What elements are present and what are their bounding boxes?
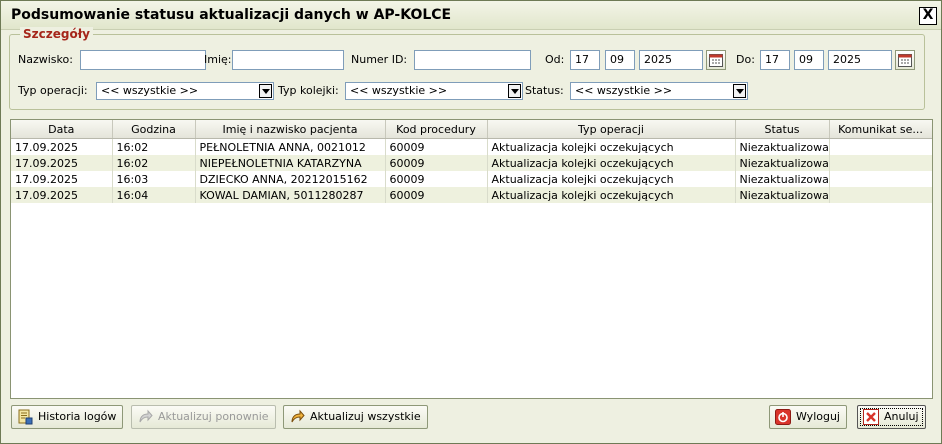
cell-kod: 60009 <box>385 171 488 187</box>
cell-typ-operacji: Aktualizacja kolejki oczekujących <box>487 171 736 187</box>
cell-typ-operacji: Aktualizacja kolejki oczekujących <box>487 155 736 171</box>
close-button[interactable]: X <box>919 7 937 25</box>
cell-komunikat <box>829 138 932 155</box>
od-month-input[interactable]: 09 <box>605 50 635 70</box>
typ-kolejki-select[interactable]: << wszystkie >> <box>345 82 523 100</box>
retry-update-label: Aktualizuj ponownie <box>158 410 269 423</box>
imie-label: Imię: <box>204 53 232 66</box>
cell-godzina: 16:02 <box>112 138 196 155</box>
od-calendar-icon[interactable] <box>706 50 726 70</box>
title-bar[interactable]: Podsumowanie statusu aktualizacji danych… <box>1 1 941 30</box>
table-row[interactable]: 17.09.2025 16:02 PEŁNOLETNIA ANNA, 00210… <box>11 138 932 155</box>
do-month-input[interactable]: 09 <box>794 50 824 70</box>
numer-id-input[interactable] <box>414 50 531 70</box>
cell-status: Niezaktualizowa <box>735 187 830 203</box>
typ-kolejki-label: Typ kolejki: <box>278 84 339 97</box>
typ-operacji-value: << wszystkie >> <box>101 84 199 97</box>
cell-godzina: 16:04 <box>112 187 196 203</box>
cell-godzina: 16:02 <box>112 155 196 171</box>
history-logs-button[interactable]: Historia logów <box>11 405 124 429</box>
cell-data: 17.09.2025 <box>11 171 113 187</box>
retry-update-button[interactable]: Aktualizuj ponownie <box>131 405 276 429</box>
od-day-input[interactable]: 17 <box>570 50 600 70</box>
log-history-icon <box>17 409 33 425</box>
imie-input[interactable] <box>232 50 344 70</box>
cell-komunikat <box>829 155 932 171</box>
cell-data: 17.09.2025 <box>11 155 113 171</box>
typ-operacji-select[interactable]: << wszystkie >> <box>96 82 274 100</box>
cell-pacjent: KOWAL DAMIAN, 5011280287 <box>195 187 386 203</box>
table-row[interactable]: 17.09.2025 16:03 DZIECKO ANNA, 202120151… <box>11 171 932 187</box>
do-year-input[interactable]: 2025 <box>828 50 892 70</box>
column-header-status[interactable]: Status <box>735 120 830 139</box>
status-value: << wszystkie >> <box>575 84 673 97</box>
cell-status: Niezaktualizowa <box>735 138 830 155</box>
column-header-pacjent[interactable]: Imię i nazwisko pacjenta <box>195 120 386 139</box>
table-row[interactable]: 17.09.2025 16:02 NIEPEŁNOLETNIA KATARZYN… <box>11 155 932 171</box>
chevron-down-icon[interactable] <box>733 84 746 98</box>
typ-operacji-label: Typ operacji: <box>18 84 88 97</box>
table-row[interactable]: 17.09.2025 16:04 KOWAL DAMIAN, 501128028… <box>11 187 932 203</box>
cell-data: 17.09.2025 <box>11 187 113 203</box>
cell-komunikat <box>829 171 932 187</box>
do-label: Do: <box>736 53 755 66</box>
details-group: Szczegóły Nazwisko: Imię: Numer ID: Od: … <box>9 27 925 110</box>
cell-godzina: 16:03 <box>112 171 196 187</box>
column-header-kod[interactable]: Kod procedury <box>385 120 488 139</box>
cell-kod: 60009 <box>385 187 488 203</box>
details-legend: Szczegóły <box>20 27 93 41</box>
refresh-arrow-icon <box>137 409 153 425</box>
table-header: Data Godzina Imię i nazwisko pacjenta Ko… <box>11 120 932 139</box>
chevron-down-icon[interactable] <box>259 84 272 98</box>
update-all-label: Aktualizuj wszystkie <box>310 410 421 423</box>
window-title: Podsumowanie statusu aktualizacji danych… <box>11 7 452 23</box>
cell-pacjent: NIEPEŁNOLETNIA KATARZYNA <box>195 155 386 171</box>
refresh-arrow-icon <box>289 409 305 425</box>
chevron-down-icon[interactable] <box>508 84 521 98</box>
cell-data: 17.09.2025 <box>11 138 113 155</box>
od-year-input[interactable]: 2025 <box>639 50 703 70</box>
column-header-typ-operacji[interactable]: Typ operacji <box>487 120 736 139</box>
cell-typ-operacji: Aktualizacja kolejki oczekujących <box>487 138 736 155</box>
column-header-godzina[interactable]: Godzina <box>112 120 196 139</box>
nazwisko-input[interactable] <box>80 50 206 70</box>
dialog-window: Podsumowanie statusu aktualizacji danych… <box>0 0 942 444</box>
status-select[interactable]: << wszystkie >> <box>570 82 748 100</box>
cell-pacjent: DZIECKO ANNA, 20212015162 <box>195 171 386 187</box>
logout-label: Wyloguj <box>796 410 840 423</box>
typ-kolejki-value: << wszystkie >> <box>350 84 448 97</box>
do-day-input[interactable]: 17 <box>760 50 790 70</box>
power-icon <box>775 409 791 425</box>
cell-pacjent: PEŁNOLETNIA ANNA, 0021012 <box>195 138 386 155</box>
nazwisko-label: Nazwisko: <box>18 53 73 66</box>
cancel-x-icon <box>863 409 879 425</box>
cell-kod: 60009 <box>385 155 488 171</box>
status-label: Status: <box>525 84 564 97</box>
update-all-button[interactable]: Aktualizuj wszystkie <box>283 405 428 429</box>
logout-button[interactable]: Wyloguj <box>769 405 847 429</box>
results-table: Data Godzina Imię i nazwisko pacjenta Ko… <box>10 119 933 399</box>
do-calendar-icon[interactable] <box>895 50 915 70</box>
history-logs-label: Historia logów <box>38 410 117 423</box>
column-header-komunikat[interactable]: Komunikat se... <box>829 120 932 139</box>
od-label: Od: <box>545 53 565 66</box>
cell-status: Niezaktualizowa <box>735 155 830 171</box>
column-header-data[interactable]: Data <box>11 120 113 139</box>
cancel-label: Anuluj <box>884 410 919 423</box>
numer-id-label: Numer ID: <box>351 53 408 66</box>
cell-kod: 60009 <box>385 138 488 155</box>
cell-komunikat <box>829 187 932 203</box>
cell-typ-operacji: Aktualizacja kolejki oczekujących <box>487 187 736 203</box>
cancel-button[interactable]: Anuluj <box>857 405 926 429</box>
cell-status: Niezaktualizowa <box>735 171 830 187</box>
